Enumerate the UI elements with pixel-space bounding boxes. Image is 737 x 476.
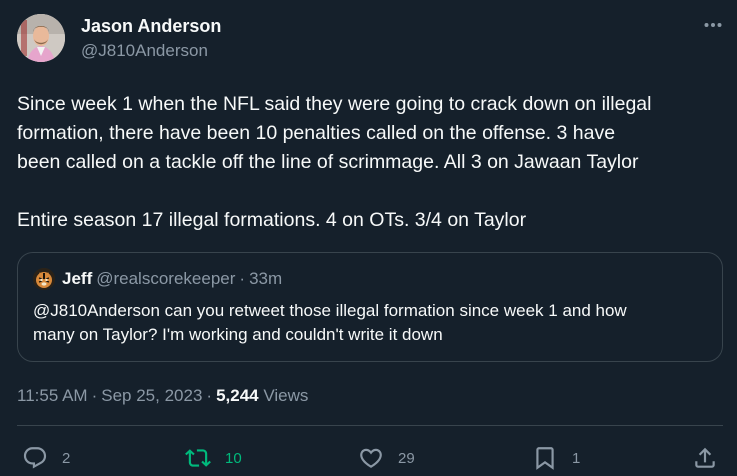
views-count: 5,244 bbox=[216, 386, 259, 405]
tweet-text-line: formation, there have been 10 penalties … bbox=[17, 122, 616, 144]
tweet-time[interactable]: 11:55 AM bbox=[17, 386, 88, 405]
author-name[interactable]: Jason Anderson bbox=[81, 15, 221, 37]
author-avatar[interactable] bbox=[17, 14, 65, 62]
meta-separator: · bbox=[206, 386, 213, 405]
avatar-image bbox=[17, 14, 65, 62]
retweet-button[interactable]: 10 bbox=[185, 440, 242, 476]
reply-icon bbox=[23, 447, 47, 469]
tweet-text-line: Entire season 17 illegal formations. 4 o… bbox=[17, 209, 527, 231]
more-options-button[interactable] bbox=[700, 12, 726, 38]
meta-separator: · bbox=[91, 386, 98, 405]
tweet-text-line: Since week 1 when the NFL said they were… bbox=[17, 93, 652, 115]
quoted-text-line: many on Taylor? I'm working and couldn't… bbox=[33, 325, 443, 344]
like-button[interactable]: 29 bbox=[358, 440, 415, 476]
quoted-author-name[interactable]: Jeff bbox=[62, 269, 92, 288]
quoted-tweet-card[interactable]: Jeff @realscorekeeper · 33m @J810Anderson c… bbox=[17, 252, 723, 362]
reply-button[interactable]: 2 bbox=[22, 440, 70, 476]
quoted-tweet-text: @J810Anderson can you retweet those ille… bbox=[33, 299, 713, 347]
views-label: Views bbox=[263, 386, 309, 405]
quoted-timestamp[interactable]: 33m bbox=[249, 269, 282, 288]
tweet-date[interactable]: Sep 25, 2023 bbox=[101, 386, 202, 405]
share-icon bbox=[695, 447, 715, 468]
retweet-icon bbox=[185, 449, 211, 467]
quoted-separator: · bbox=[239, 269, 246, 288]
quoted-author-handle[interactable]: @realscorekeeper bbox=[96, 269, 235, 288]
tweet: Jason Anderson @J810Anderson Since week … bbox=[0, 0, 737, 476]
bookmark-count: 1 bbox=[572, 449, 581, 467]
tweet-text-line: been called on a tackle off the line of … bbox=[17, 151, 639, 173]
action-bar: 2 10 29 1 bbox=[0, 440, 737, 476]
quoted-author-avatar[interactable] bbox=[33, 268, 55, 290]
quoted-avatar-image bbox=[33, 268, 55, 290]
like-count: 29 bbox=[398, 449, 415, 467]
reply-count: 2 bbox=[62, 449, 71, 467]
tweet-metadata: 11:55 AM · Sep 25, 2023 · 5,244 Views bbox=[17, 385, 308, 407]
author-handle[interactable]: @J810Anderson bbox=[81, 40, 208, 62]
more-horizontal-icon bbox=[704, 23, 722, 27]
retweet-count: 10 bbox=[225, 449, 242, 467]
heart-icon bbox=[360, 448, 382, 468]
bookmark-icon bbox=[536, 447, 554, 470]
tweet-text: Since week 1 when the NFL said they were… bbox=[17, 90, 722, 235]
quoted-tweet-header: Jeff @realscorekeeper · 33m bbox=[62, 268, 282, 290]
share-button[interactable] bbox=[692, 440, 718, 476]
quoted-text-line: @J810Anderson can you retweet those ille… bbox=[33, 301, 627, 320]
bookmark-button[interactable]: 1 bbox=[532, 440, 580, 476]
divider bbox=[17, 425, 723, 426]
